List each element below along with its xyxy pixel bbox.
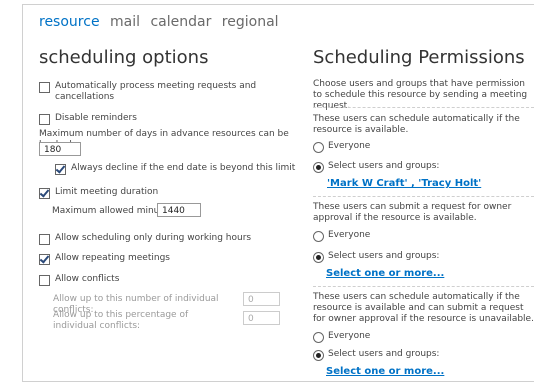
repeating-checkbox[interactable]	[39, 254, 50, 265]
section1-everyone-option[interactable]: Everyone	[313, 141, 370, 153]
working-hours-option[interactable]: Allow scheduling only during working hou…	[39, 233, 251, 245]
scheduling-permissions-title: Scheduling Permissions	[313, 47, 525, 68]
conflicts-number-input[interactable]: 0	[243, 292, 280, 306]
section1-select-label: Select users and groups:	[328, 161, 440, 171]
tab-mail[interactable]: mail	[110, 14, 140, 30]
limit-duration-checkbox[interactable]	[39, 188, 50, 199]
section1-select-option[interactable]: Select users and groups:	[313, 161, 439, 173]
section2-everyone-option[interactable]: Everyone	[313, 230, 370, 242]
section1-description: These users can schedule automatically i…	[313, 114, 520, 135]
conflicts-checkbox[interactable]	[39, 275, 50, 286]
disable-reminders-checkbox[interactable]	[39, 114, 50, 125]
section1-everyone-label: Everyone	[328, 141, 371, 151]
section1-users-link[interactable]: 'Mark W Craft' , 'Tracy Holt'	[327, 178, 481, 189]
section2-everyone-label: Everyone	[328, 230, 371, 240]
auto-process-option[interactable]: Automatically process meeting requests a…	[39, 81, 269, 103]
section2-select-radio[interactable]	[313, 252, 324, 263]
section3-select-option[interactable]: Select users and groups:	[313, 349, 439, 361]
divider	[313, 286, 534, 287]
section2-select-option[interactable]: Select users and groups:	[313, 251, 439, 263]
top-tabs: resource mail calendar regional	[39, 14, 285, 30]
conflicts-label: Allow conflicts	[55, 274, 120, 284]
disable-reminders-option[interactable]: Disable reminders	[39, 113, 137, 125]
limit-duration-option[interactable]: Limit meeting duration	[39, 187, 158, 199]
divider	[313, 196, 534, 197]
auto-process-checkbox[interactable]	[39, 82, 50, 93]
divider	[313, 107, 534, 108]
repeating-label: Allow repeating meetings	[55, 253, 170, 263]
limit-duration-label: Limit meeting duration	[55, 187, 159, 197]
section3-everyone-option[interactable]: Everyone	[313, 331, 370, 343]
disable-reminders-label: Disable reminders	[55, 113, 137, 123]
conflicts-percent-input[interactable]: 0	[243, 311, 280, 325]
auto-process-label: Automatically process meeting requests a…	[55, 81, 257, 102]
always-decline-label: Always decline if the end date is beyond…	[71, 163, 296, 173]
section2-select-link[interactable]: Select one or more...	[326, 268, 444, 279]
tab-calendar[interactable]: calendar	[150, 14, 211, 30]
section2-select-label: Select users and groups:	[328, 251, 440, 261]
tab-resource[interactable]: resource	[39, 14, 100, 30]
section3-select-radio[interactable]	[313, 350, 324, 361]
conflicts-percent-label: Allow up to this percentage of individua…	[53, 310, 189, 331]
max-days-input[interactable]: 180	[39, 142, 81, 156]
section3-select-link[interactable]: Select one or more...	[326, 366, 444, 377]
section3-everyone-label: Everyone	[328, 331, 371, 341]
section1-everyone-radio[interactable]	[313, 142, 324, 153]
working-hours-checkbox[interactable]	[39, 234, 50, 245]
scheduling-options-title: scheduling options	[39, 47, 209, 68]
tab-regional[interactable]: regional	[222, 14, 279, 30]
section2-everyone-radio[interactable]	[313, 231, 324, 242]
section2-description: These users can submit a request for own…	[313, 202, 512, 223]
always-decline-option[interactable]: Always decline if the end date is beyond…	[55, 163, 295, 175]
section1-select-radio[interactable]	[313, 162, 324, 173]
working-hours-label: Allow scheduling only during working hou…	[55, 233, 252, 243]
section3-everyone-radio[interactable]	[313, 332, 324, 343]
section3-description: These users can schedule automatically i…	[313, 292, 534, 324]
max-minutes-input[interactable]: 1440	[157, 203, 201, 217]
repeating-option[interactable]: Allow repeating meetings	[39, 253, 170, 265]
conflicts-option[interactable]: Allow conflicts	[39, 274, 119, 286]
always-decline-checkbox[interactable]	[55, 164, 66, 175]
section3-select-label: Select users and groups:	[328, 349, 440, 359]
